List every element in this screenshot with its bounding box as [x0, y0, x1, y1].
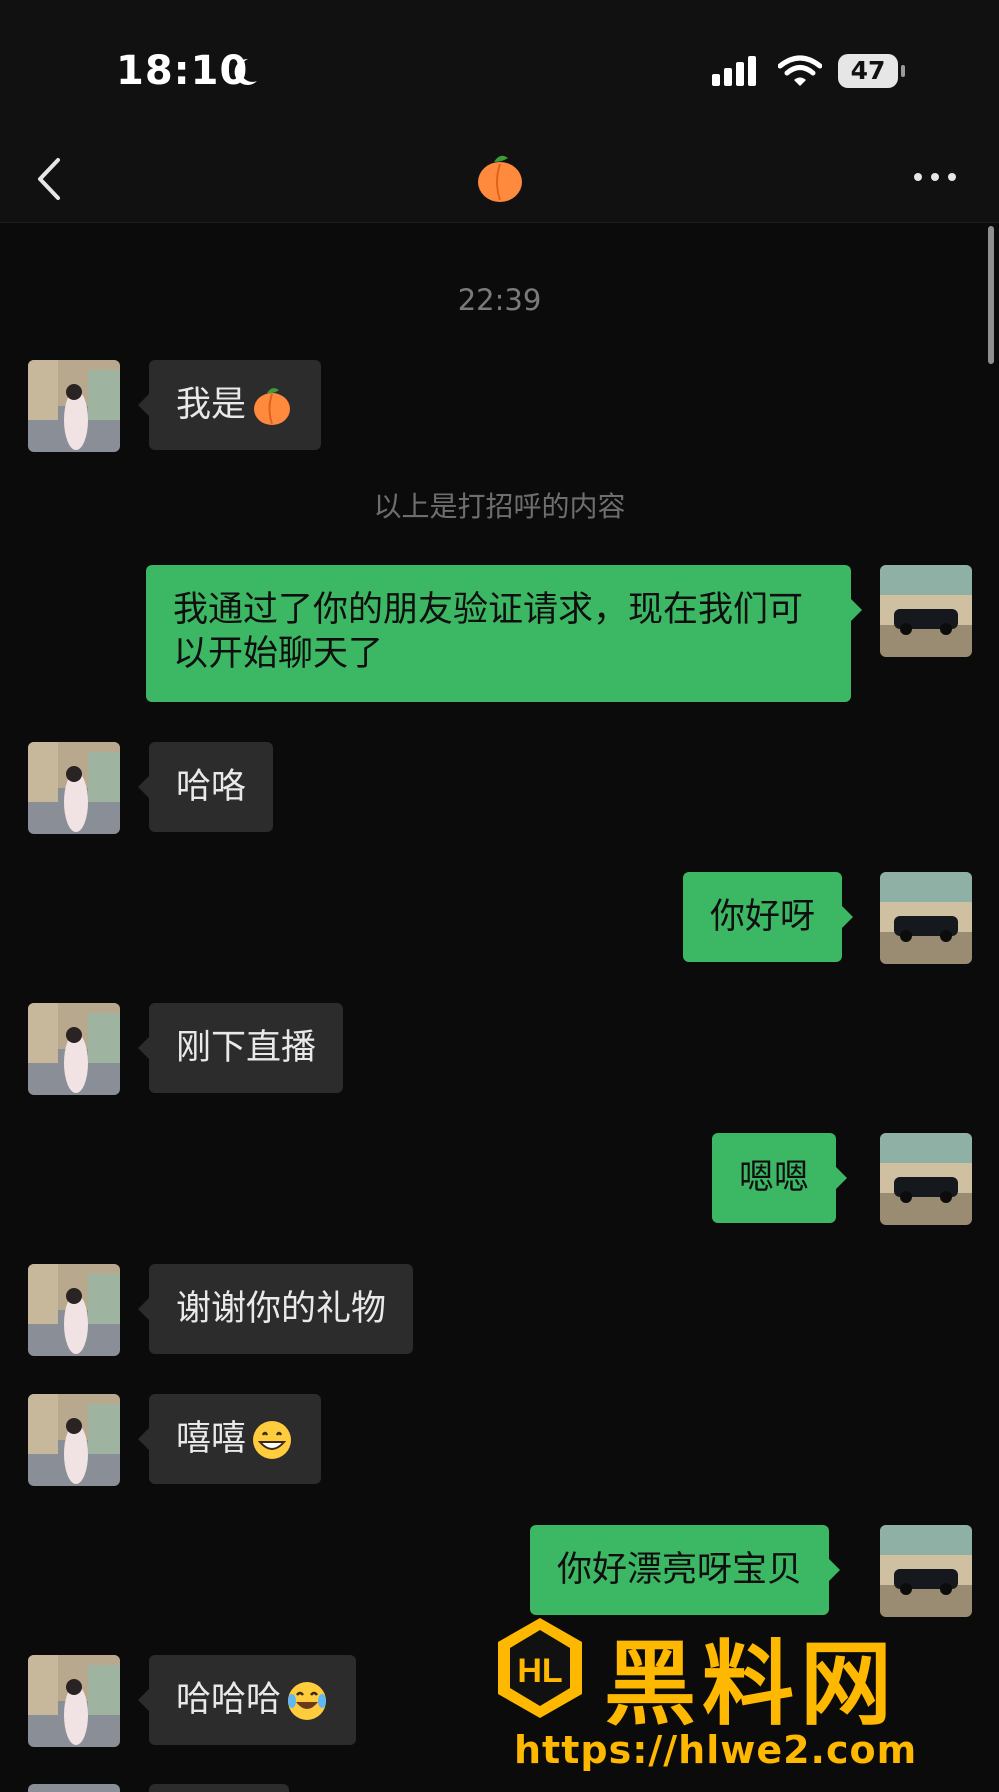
incoming-message[interactable] [149, 1784, 289, 1792]
grinning-face-emoji-icon [253, 1421, 292, 1459]
my-avatar[interactable] [880, 1525, 972, 1617]
incoming-message[interactable]: 我是 [137, 360, 322, 450]
my-avatar[interactable] [880, 1133, 972, 1225]
cellular-signal-icon [712, 56, 756, 86]
wifi-icon [778, 55, 822, 86]
contact-avatar[interactable] [28, 1003, 120, 1095]
peach-emoji-icon [254, 388, 291, 425]
outgoing-message[interactable]: 嗯嗯 [712, 1133, 848, 1223]
contact-avatar[interactable] [28, 742, 120, 834]
incoming-message[interactable]: 刚下直播 [137, 1003, 344, 1093]
watermark-brand: 黑料网 [604, 1631, 899, 1738]
message-text: 谢谢你的礼物 [176, 1289, 387, 1329]
my-avatar[interactable] [880, 565, 972, 657]
incoming-message[interactable]: 谢谢你的礼物 [137, 1264, 414, 1354]
message-text: 你好呀 [710, 897, 816, 937]
battery-icon: 47 [838, 54, 908, 90]
chat-header [0, 140, 999, 223]
outgoing-message[interactable]: 你好漂亮呀宝贝 [530, 1525, 841, 1615]
outgoing-message[interactable]: 你好呀 [683, 872, 854, 962]
contact-avatar[interactable] [28, 1264, 120, 1356]
outgoing-message[interactable]: 我通过了你的朋友验证请求，现在我们可以开始聊天了 [146, 565, 862, 702]
peach-emoji-title-icon [478, 155, 522, 202]
message-text: 哈哈哈 [176, 1680, 282, 1720]
svg-text:HL: HL [517, 1652, 562, 1690]
contact-avatar[interactable] [28, 1784, 120, 1792]
status-bar: 18:10 47 [0, 0, 999, 140]
message-text: 我是 [176, 385, 247, 425]
message-text: 嗯嗯 [739, 1158, 810, 1198]
battery-level: 47 [838, 54, 898, 88]
incoming-message[interactable]: 嘻嘻 [137, 1394, 322, 1484]
moon-icon [234, 58, 257, 85]
back-chevron-icon[interactable] [30, 154, 70, 204]
contact-avatar[interactable] [28, 1394, 120, 1486]
incoming-message[interactable]: 哈哈哈 [137, 1655, 357, 1745]
contact-avatar[interactable] [28, 360, 120, 452]
more-options-icon[interactable] [910, 162, 960, 192]
message-text: 我通过了你的朋友验证请求，现在我们可以开始聊天了 [173, 590, 804, 674]
watermark-logo-icon: HL [498, 1618, 582, 1718]
message-text: 你好漂亮呀宝贝 [557, 1550, 803, 1590]
message-text: 刚下直播 [176, 1028, 317, 1068]
chat-timestamp: 22:39 [457, 283, 542, 317]
greeting-notice: 以上是打招呼的内容 [373, 490, 626, 523]
incoming-message[interactable]: 哈咯 [137, 742, 274, 832]
contact-avatar[interactable] [28, 1655, 120, 1747]
tears-of-joy-emoji-icon [288, 1682, 327, 1720]
message-text: 哈咯 [176, 767, 247, 807]
watermark: HL 黑料网 https://hlwe2.com [494, 1610, 984, 1780]
watermark-url: https://hlwe2.com [514, 1728, 918, 1772]
my-avatar[interactable] [880, 872, 972, 964]
message-text: 嘻嘻 [176, 1419, 247, 1459]
